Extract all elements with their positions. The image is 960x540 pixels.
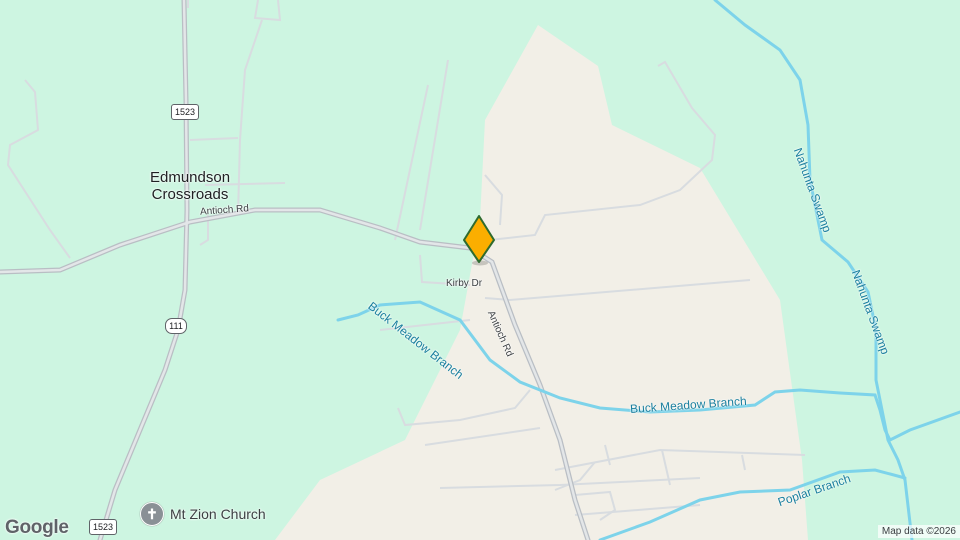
route-shield-1523-top: 1523 bbox=[171, 104, 199, 120]
poi-name: Mt Zion Church bbox=[170, 506, 266, 522]
google-logo[interactable]: Google bbox=[5, 517, 69, 539]
town-label-line1: Edmundson bbox=[150, 169, 231, 186]
route-shield-1523-bottom: 1523 bbox=[89, 519, 117, 535]
route-shield-111: 111 bbox=[165, 318, 187, 334]
map-canvas[interactable]: Edmundson Crossroads Antioch Rd Kirby Dr… bbox=[0, 0, 960, 540]
town-label: Edmundson Crossroads bbox=[150, 169, 230, 203]
town-label-line2: Crossroads bbox=[151, 186, 229, 203]
cross-icon: ✝ bbox=[140, 502, 164, 526]
location-pin-icon[interactable] bbox=[462, 214, 496, 271]
road-label-kirby: Kirby Dr bbox=[446, 278, 483, 289]
poi-mt-zion-church[interactable]: ✝ Mt Zion Church bbox=[140, 502, 266, 526]
map-attribution[interactable]: Map data ©2026 bbox=[877, 525, 960, 538]
